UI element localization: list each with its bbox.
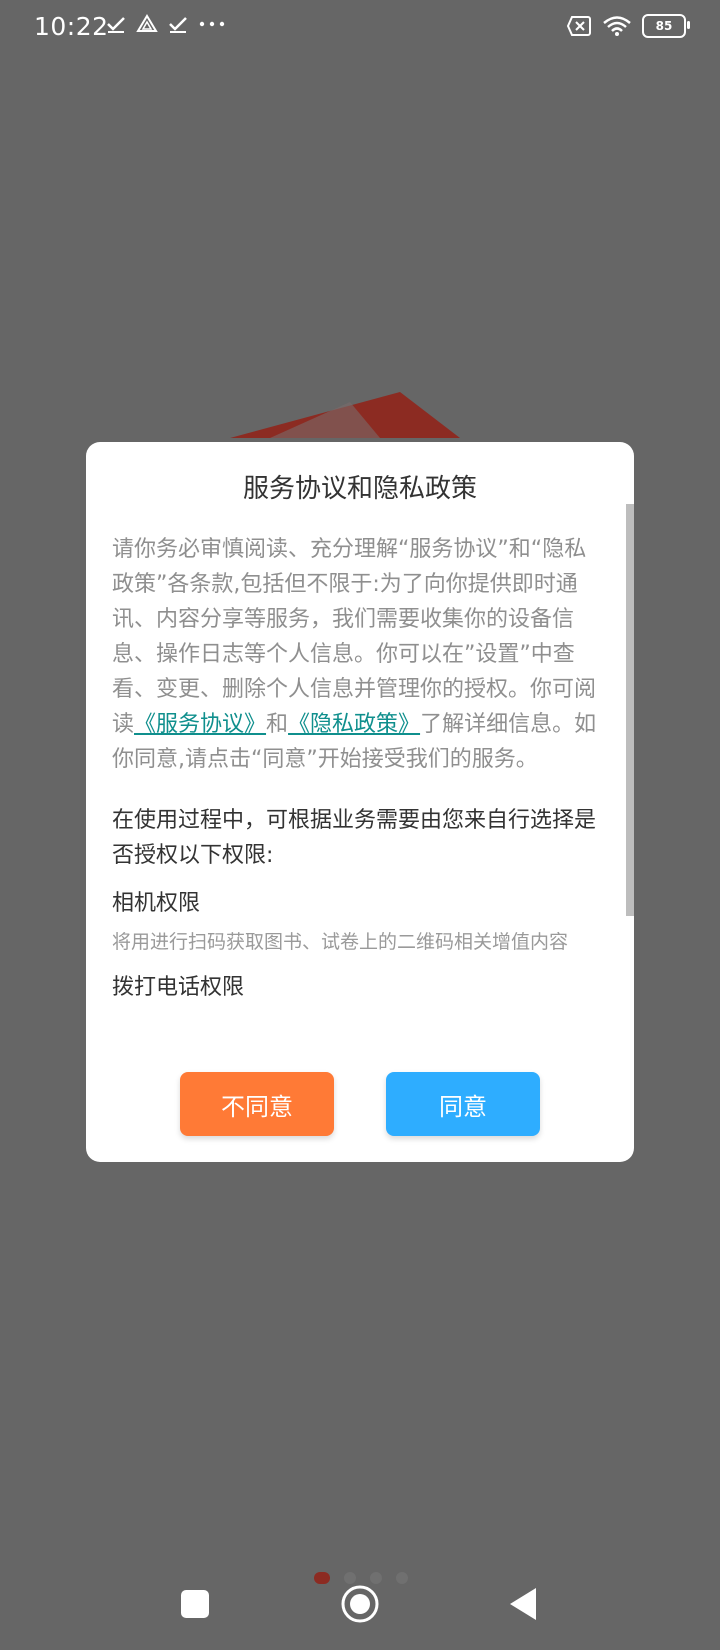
status-right-icons: 85	[566, 14, 690, 38]
privacy-dialog: 服务协议和隐私政策 请你务必审慎阅读、充分理解“服务协议”和“隐私政策”各条款,…	[86, 442, 634, 1162]
status-left-icons	[106, 14, 226, 34]
intro-and: 和	[266, 712, 289, 737]
intro-text: 请你务必审慎阅读、充分理解“服务协议”和“隐私政策”各条款,包括但不限于:为了向…	[112, 532, 602, 777]
recent-apps-button[interactable]	[181, 1590, 209, 1618]
battery-indicator: 85	[642, 14, 690, 38]
check-icon	[107, 17, 125, 33]
battery-level: 85	[655, 19, 673, 33]
check-icon	[169, 17, 187, 33]
no-sim-icon	[566, 16, 591, 36]
home-button[interactable]	[340, 1584, 380, 1624]
permission-title-camera: 相机权限	[112, 891, 201, 916]
dialog-title: 服务协议和隐私政策	[242, 474, 477, 504]
permission-title-phone: 拨打电话权限	[112, 975, 245, 1000]
service-agreement-link[interactable]: 《服务协议》	[134, 712, 266, 737]
drive-icon	[136, 14, 158, 32]
permission-desc-camera: 将用进行扫码获取图书、试卷上的二维码相关增值内容	[112, 931, 569, 953]
page-dot	[396, 1572, 408, 1584]
dialog-scrollbar[interactable]	[626, 504, 634, 916]
wifi-icon	[603, 16, 631, 36]
permissions-heading: 在使用过程中，可根据业务需要由您来自行选择是否授权以下权限:	[112, 808, 597, 868]
privacy-policy-link[interactable]: 《隐私政策》	[288, 712, 420, 737]
page-dot	[370, 1572, 382, 1584]
dialog-content[interactable]: 请你务必审慎阅读、充分理解“服务协议”和“隐私政策”各条款,包括但不限于:为了向…	[112, 532, 602, 1122]
page-dot-active	[314, 1572, 330, 1584]
status-time: 10:22	[34, 12, 109, 41]
page-indicator	[314, 1572, 408, 1584]
back-button[interactable]	[508, 1586, 538, 1622]
status-bar: 10:22 85	[0, 0, 720, 56]
disagree-button[interactable]: 不同意	[180, 1072, 334, 1136]
page-dot	[344, 1572, 356, 1584]
background-illustration	[230, 392, 460, 438]
intro-part1: 请你务必审慎阅读、充分理解“服务协议”和“隐私政策”各条款,包括但不限于:为了向…	[112, 537, 597, 737]
agree-button[interactable]: 同意	[386, 1072, 540, 1136]
more-icon	[199, 21, 225, 27]
